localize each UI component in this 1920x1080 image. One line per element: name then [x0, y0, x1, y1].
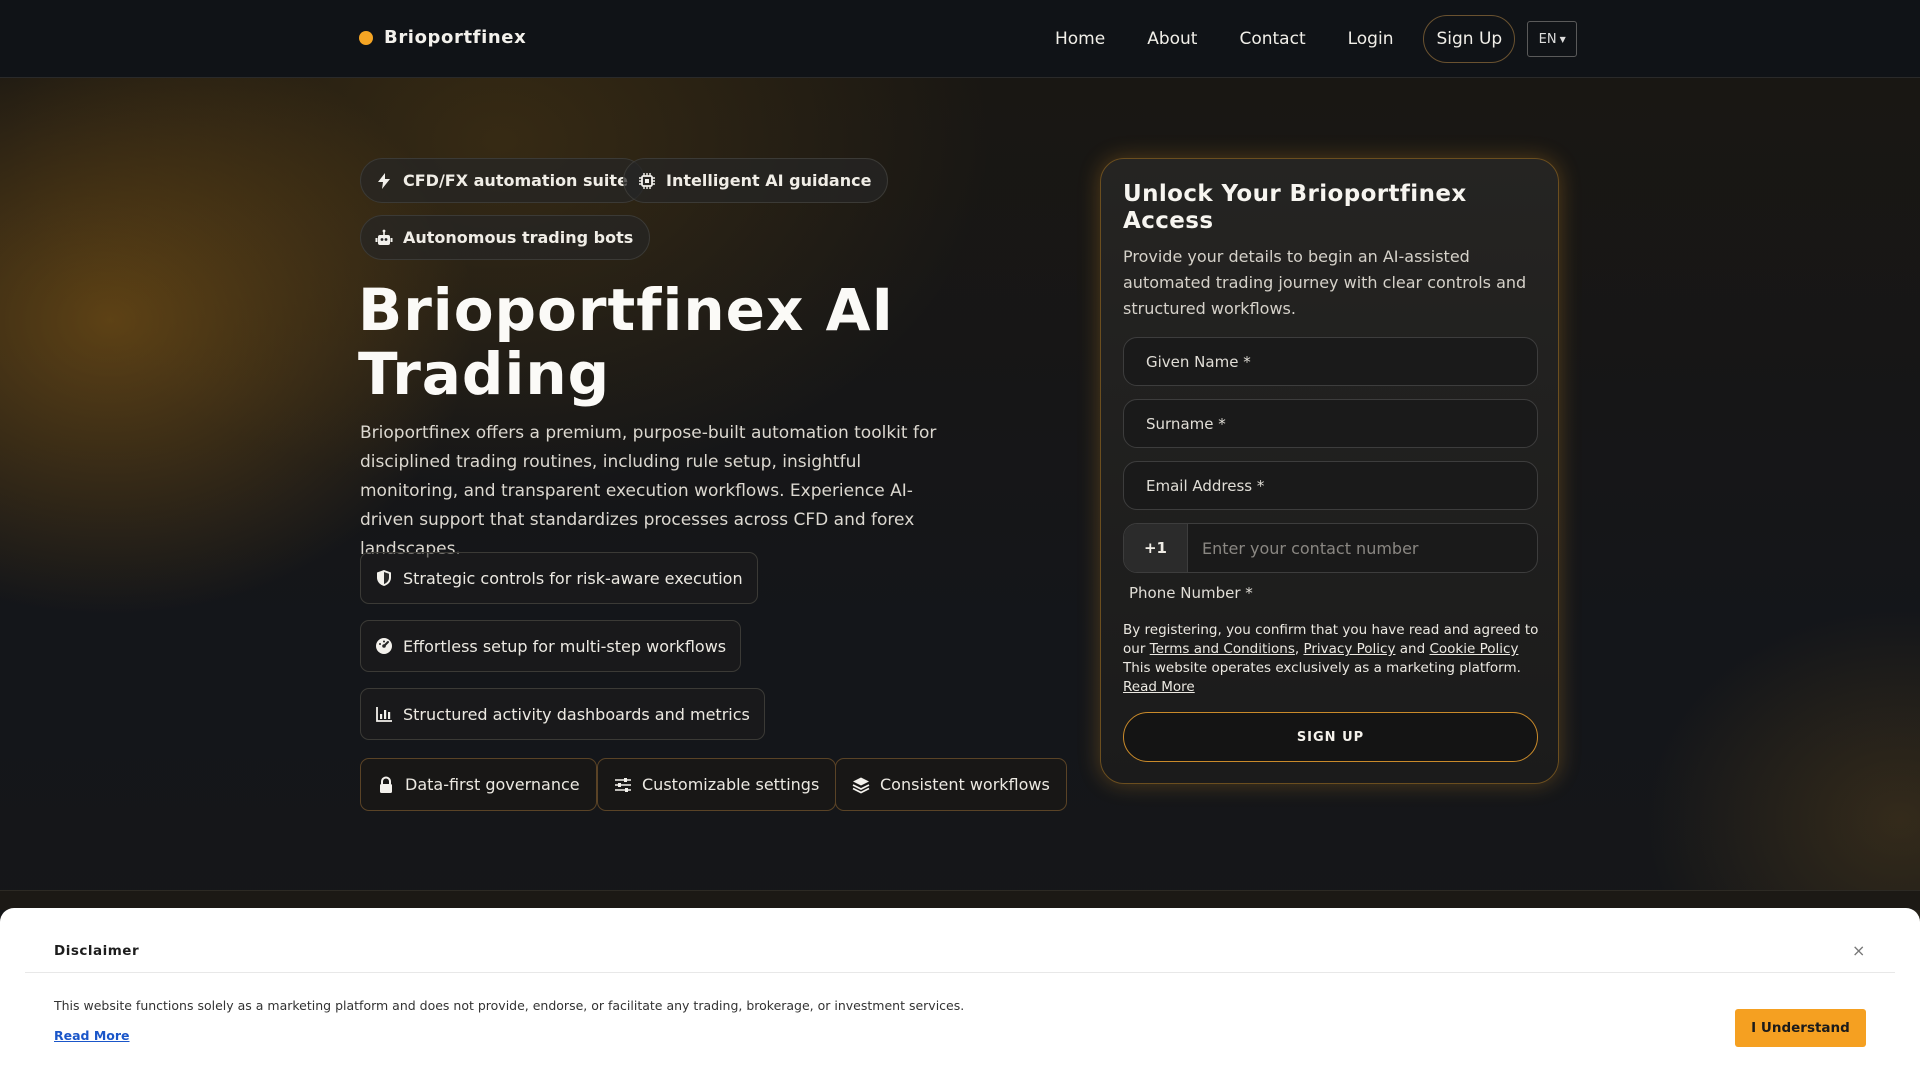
email-field[interactable]: Email Address *: [1123, 461, 1538, 510]
chip-trading-bots: Autonomous trading bots: [360, 215, 651, 260]
logo-dot-icon: [359, 30, 373, 45]
lock-icon: [377, 775, 395, 794]
feature-setup: Effortless setup for multi-step workflow…: [360, 620, 742, 672]
tag-label: Consistent workflows: [880, 775, 1050, 794]
chip-icon: [638, 172, 656, 190]
legal-read-more-link[interactable]: Read More: [1123, 679, 1195, 695]
signup-submit-button[interactable]: SIGN UP: [1123, 712, 1538, 762]
tag-workflows: Consistent workflows: [835, 758, 1067, 811]
layers-icon: [852, 776, 870, 794]
tag-label: Data-first governance: [405, 775, 580, 794]
disclaimer-divider: [25, 972, 1895, 973]
robot-icon: [375, 229, 393, 247]
legal-text: By registering, you confirm that you hav…: [1123, 621, 1543, 697]
feature-label: Structured activity dashboards and metri…: [403, 704, 750, 724]
card-description: Provide your details to begin an AI-assi…: [1123, 247, 1527, 318]
shield-icon: [375, 569, 393, 587]
disclaimer-text: This website functions solely as a marke…: [54, 998, 965, 1013]
chip-label: Autonomous trading bots: [403, 228, 634, 247]
chip-label: CFD/FX automation suite: [403, 171, 628, 190]
understand-button[interactable]: I Understand: [1735, 1009, 1866, 1047]
chip-label: Intelligent AI guidance: [666, 171, 872, 190]
phone-label: Phone Number *: [1129, 584, 1253, 602]
chip-automation-suite: CFD/FX automation suite: [360, 158, 645, 203]
hero-title: Brioportfinex AI Trading: [358, 276, 895, 408]
nav-signup-button[interactable]: Sign Up: [1423, 15, 1516, 63]
tag-governance: Data-first governance: [360, 758, 597, 811]
tag-settings: Customizable settings: [597, 758, 837, 811]
given-name-label: Given Name *: [1146, 352, 1251, 371]
nav-about[interactable]: About: [1147, 29, 1197, 49]
caret-down-icon: ▼: [1559, 34, 1566, 44]
legal-suffix: This website operates exclusively as a m…: [1123, 660, 1521, 676]
bar-chart-icon: [375, 705, 393, 723]
phone-input[interactable]: [1188, 524, 1537, 572]
feature-dashboards: Structured activity dashboards and metri…: [360, 688, 765, 740]
nav-home[interactable]: Home: [1055, 29, 1105, 49]
feature-risk-controls: Strategic controls for risk-aware execut…: [360, 552, 758, 604]
feature-label: Strategic controls for risk-aware execut…: [403, 568, 743, 588]
disclaimer-banner: Disclaimer × This website functions sole…: [0, 908, 1920, 1080]
sliders-icon: [614, 776, 632, 794]
logo[interactable]: Brioportfinex: [359, 27, 526, 48]
language-label: EN: [1538, 31, 1557, 47]
hero-description: Brioportfinex offers a premium, purpose-…: [360, 423, 937, 559]
phone-country-code[interactable]: +1: [1124, 524, 1188, 572]
given-name-field[interactable]: Given Name *: [1123, 337, 1538, 386]
cookie-link[interactable]: Cookie Policy: [1429, 641, 1518, 657]
feature-label: Effortless setup for multi-step workflow…: [403, 636, 727, 656]
language-selector[interactable]: EN ▼: [1527, 21, 1578, 57]
disclaimer-title: Disclaimer: [54, 943, 140, 959]
bolt-icon: [375, 172, 393, 190]
card-title: Unlock Your Brioportfinex Access: [1123, 181, 1467, 234]
surname-field[interactable]: Surname *: [1123, 399, 1538, 448]
privacy-link[interactable]: Privacy Policy: [1303, 641, 1395, 657]
gauge-icon: [375, 637, 393, 655]
nav-login[interactable]: Login: [1348, 29, 1394, 49]
terms-link[interactable]: Terms and Conditions: [1150, 641, 1295, 657]
email-label: Email Address *: [1146, 476, 1265, 495]
disclaimer-read-more-link[interactable]: Read More: [54, 1028, 130, 1043]
tag-label: Customizable settings: [642, 775, 820, 794]
chip-ai-guidance: Intelligent AI guidance: [623, 158, 889, 203]
nav-contact[interactable]: Contact: [1239, 29, 1305, 49]
signup-card: Unlock Your Brioportfinex Access Provide…: [1100, 158, 1559, 784]
close-icon[interactable]: ×: [1852, 941, 1865, 960]
main-nav: Home About Contact Login Sign Up EN ▼: [1055, 14, 1578, 64]
phone-field: +1: [1123, 523, 1538, 573]
section-divider: [0, 890, 1920, 910]
legal-and: and: [1399, 641, 1426, 657]
logo-text: Brioportfinex: [384, 27, 527, 48]
surname-label: Surname *: [1146, 414, 1226, 433]
top-header: Brioportfinex Home About Contact Login S…: [0, 0, 1920, 78]
legal-separator: ,: [1294, 641, 1300, 657]
